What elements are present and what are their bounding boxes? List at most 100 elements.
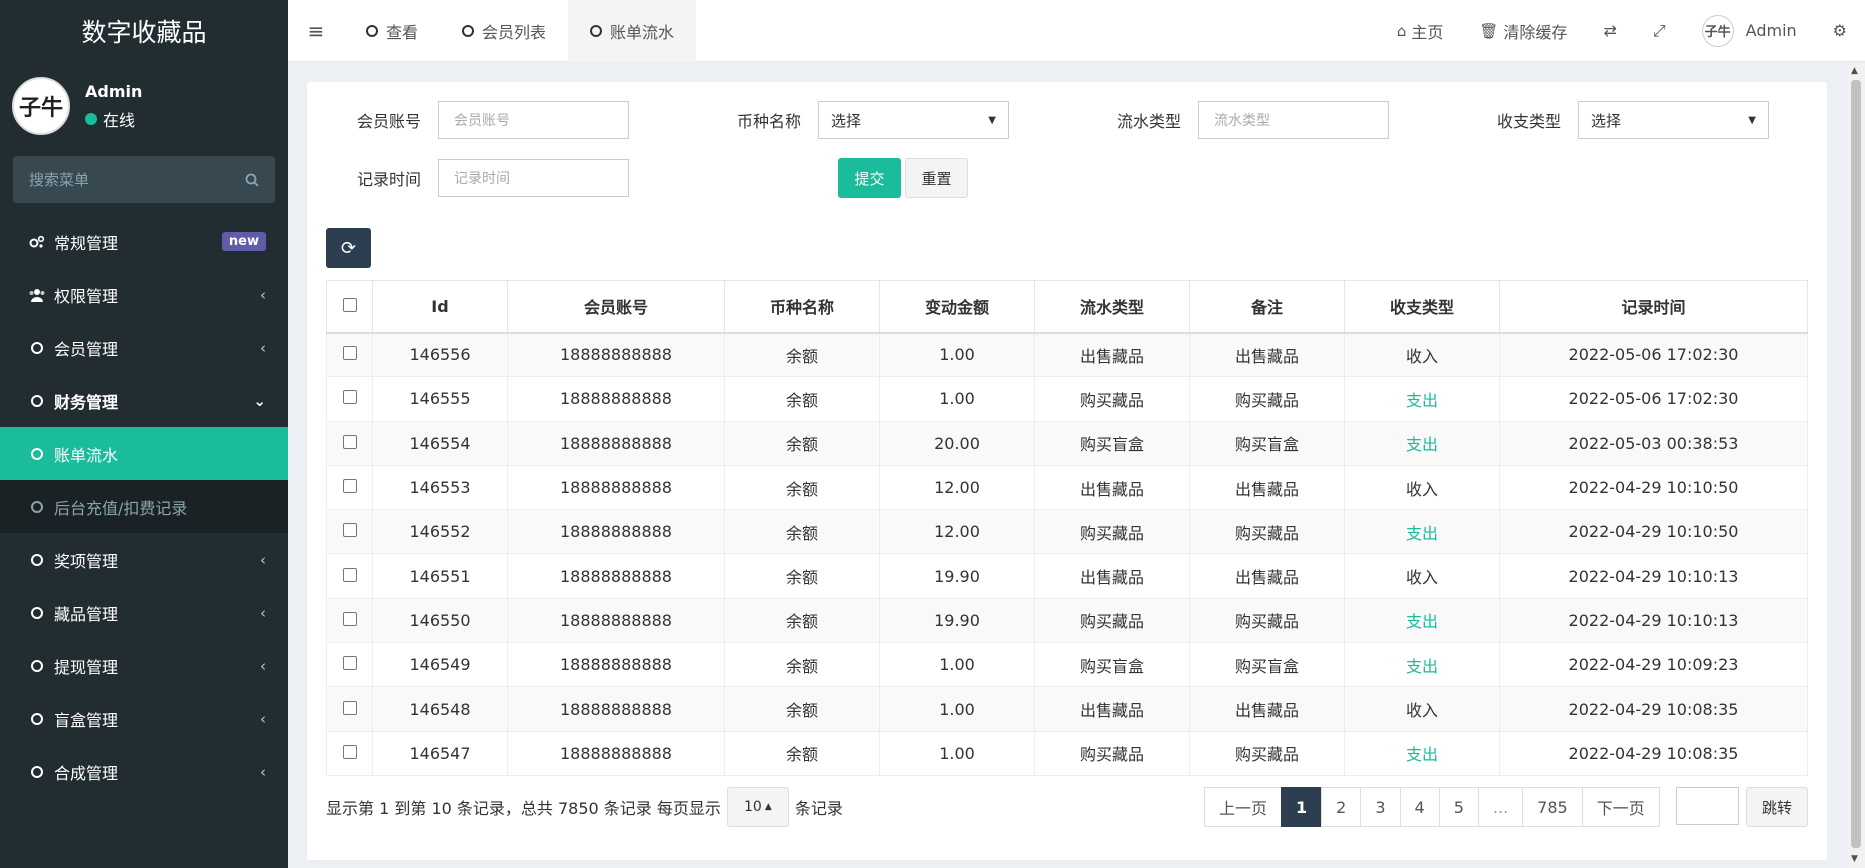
column-header[interactable]: Id <box>372 280 508 334</box>
row-checkbox[interactable] <box>342 656 357 671</box>
scroll-up-icon[interactable]: ▲ <box>1851 66 1858 76</box>
page-button[interactable]: 785 <box>1522 787 1583 827</box>
row-checkbox[interactable] <box>342 390 357 405</box>
table-row[interactable]: 146552 18888888888 余额 12.00 购买藏品 购买藏品 支出 2022-0… <box>326 509 1808 555</box>
column-header[interactable]: 流水类型 <box>1034 280 1190 334</box>
table-cell: 1.00 <box>879 730 1035 776</box>
sidebar-item-finance[interactable]: 财务管理 ⌄ <box>0 374 288 427</box>
table-cell: 余额 <box>724 597 880 644</box>
table-cell: 18888888888 <box>507 730 725 776</box>
table-row[interactable]: 146553 18888888888 余额 12.00 出售藏品 出售藏品 收入 2022-0… <box>326 464 1808 511</box>
column-header[interactable]: 收支类型 <box>1344 280 1500 334</box>
io-type-select[interactable]: 选择 ▼ <box>1578 101 1769 139</box>
circle-icon <box>31 765 43 778</box>
table-cell: 出售藏品 <box>1189 553 1345 599</box>
sidebar-item-members[interactable]: 会员管理 ‹ <box>0 321 288 374</box>
table-row[interactable]: 146551 18888888888 余额 19.90 出售藏品 出售藏品 收入 2022-0… <box>326 553 1808 599</box>
table-row[interactable]: 146548 18888888888 余额 1.00 出售藏品 出售藏品 收入 2022-04… <box>326 686 1808 732</box>
row-checkbox[interactable] <box>342 700 357 715</box>
row-checkbox[interactable] <box>342 611 357 626</box>
scroll-thumb[interactable] <box>1851 80 1861 848</box>
column-header[interactable]: 会员账号 <box>507 280 725 334</box>
tab-view[interactable]: 查看 <box>344 0 440 62</box>
table-cell: 余额 <box>724 331 880 378</box>
row-checkbox[interactable] <box>342 744 357 759</box>
refresh-button[interactable]: ⟳ <box>326 228 371 268</box>
sidebar-item-bill-flow[interactable]: 账单流水 <box>0 427 288 480</box>
new-badge: new <box>221 232 266 251</box>
row-checkbox[interactable] <box>342 346 357 361</box>
filter-flow-type: 流水类型 流水类型 <box>1067 101 1389 139</box>
tab-bill-flow[interactable]: 账单流水 <box>568 0 697 62</box>
table-row[interactable]: 146554 18888888888 余额 20.00 购买盲盒 购买盲盒 支出 2022-0… <box>326 420 1808 466</box>
table-cell: 18888888888 <box>507 464 725 511</box>
page-button[interactable]: 3 <box>1360 787 1401 827</box>
sidebar-item-synthesis[interactable]: 合成管理 ‹ <box>0 745 288 798</box>
flow-type-input[interactable]: 流水类型 <box>1198 101 1389 139</box>
menu-search-input[interactable]: 搜索菜单 <box>13 156 275 203</box>
menu-toggle-icon[interactable]: ≡ <box>288 19 344 43</box>
home-link[interactable]: ⌂ 主页 <box>1379 0 1462 62</box>
settings-gear-icon[interactable]: ⚙ <box>1815 0 1865 62</box>
row-checkbox[interactable] <box>342 567 357 582</box>
table-cell: 2022-04-29 10:08:35 <box>1499 686 1808 732</box>
page-button[interactable]: 4 <box>1399 787 1440 827</box>
page-button[interactable]: 1 <box>1281 787 1323 827</box>
column-header[interactable]: 变动金额 <box>879 280 1035 334</box>
sidebar-item-general[interactable]: 常规管理 new <box>0 215 288 268</box>
bill-flow-table: Id 会员账号 币种名称 变动金额 流水类型 备注 收支类型 记录时间 1465… <box>326 280 1808 776</box>
sidebar-item-collections[interactable]: 藏品管理 ‹ <box>0 586 288 639</box>
table-cell: 购买藏品 <box>1189 509 1345 555</box>
table-row[interactable]: 146550 18888888888 余额 19.90 购买藏品 购买藏品 支出 2022-0… <box>326 597 1808 644</box>
table-cell: 收入 <box>1344 331 1500 378</box>
page-scrollbar[interactable]: ▲ ▼ <box>1847 62 1865 868</box>
row-checkbox[interactable] <box>342 479 357 494</box>
member-account-input[interactable]: 会员账号 <box>438 101 629 139</box>
sidebar-item-withdrawals[interactable]: 提现管理 ‹ <box>0 639 288 692</box>
row-checkbox[interactable] <box>342 523 357 538</box>
row-select-cell <box>326 553 373 599</box>
sidebar-item-awards[interactable]: 奖项管理 ‹ <box>0 533 288 586</box>
row-checkbox[interactable] <box>342 434 357 449</box>
table-cell: 2022-04-29 10:10:13 <box>1499 553 1808 599</box>
prev-page-button[interactable]: 上一页 <box>1204 787 1283 827</box>
table-cell: 收入 <box>1344 686 1500 732</box>
circle-icon <box>590 24 603 37</box>
jump-button[interactable]: 跳转 <box>1746 787 1808 827</box>
column-header[interactable]: 记录时间 <box>1499 280 1808 334</box>
tab-label: 账单流水 <box>610 22 675 42</box>
fullscreen-icon[interactable]: ⤢ <box>1635 0 1684 62</box>
currency-select[interactable]: 选择 ▼ <box>818 101 1009 139</box>
table-row[interactable]: 146549 18888888888 余额 1.00 购买盲盒 购买盲盒 支出 2022-04… <box>326 642 1808 688</box>
search-icon[interactable] <box>245 173 259 187</box>
scroll-down-icon[interactable]: ▼ <box>1851 854 1858 864</box>
next-page-button[interactable]: 下一页 <box>1581 787 1660 827</box>
page-size-dropdown[interactable]: 10 ▲ <box>726 787 789 827</box>
page-button[interactable]: 2 <box>1321 787 1362 827</box>
record-time-input[interactable]: 记录时间 <box>438 159 629 197</box>
clear-cache-button[interactable]: 🗑 清除缓存 <box>1461 0 1585 62</box>
submit-button[interactable]: 提交 <box>838 158 901 198</box>
table-cell: 余额 <box>724 553 880 599</box>
filter-label: 币种名称 <box>736 112 801 131</box>
table-cell: 余额 <box>724 464 880 511</box>
caret-up-icon: ▲ <box>764 802 772 812</box>
sidebar-item-blind-box[interactable]: 盲盒管理 ‹ <box>0 692 288 745</box>
select-all-checkbox[interactable] <box>342 297 357 312</box>
brand-title[interactable]: 数字收藏品 <box>0 0 288 62</box>
sidebar-item-permissions[interactable]: 权限管理 ‹ <box>0 268 288 321</box>
admin-menu[interactable]: 子牛 Admin <box>1684 0 1815 62</box>
column-header[interactable]: 币种名称 <box>724 280 880 334</box>
table-row[interactable]: 146555 18888888888 余额 1.00 购买藏品 购买藏品 支出 2022-05… <box>326 376 1808 422</box>
language-icon[interactable]: ⇄ <box>1585 0 1634 62</box>
table-row[interactable]: 146547 18888888888 余额 1.00 购买藏品 购买藏品 支出 2022-04… <box>326 730 1808 776</box>
jump-page-input[interactable] <box>1676 787 1739 825</box>
table-cell: 18888888888 <box>507 686 725 732</box>
tab-member-list[interactable]: 会员列表 <box>440 0 568 62</box>
column-header[interactable]: 备注 <box>1189 280 1345 334</box>
reset-button[interactable]: 重置 <box>905 158 968 198</box>
table-cell: 19.90 <box>879 597 1035 644</box>
sidebar-item-recharge-records[interactable]: 后台充值/扣费记录 <box>0 480 288 533</box>
page-button[interactable]: 5 <box>1438 787 1479 827</box>
table-row[interactable]: 146556 18888888888 余额 1.00 出售藏品 出售藏品 收入 2022-05… <box>326 331 1808 378</box>
